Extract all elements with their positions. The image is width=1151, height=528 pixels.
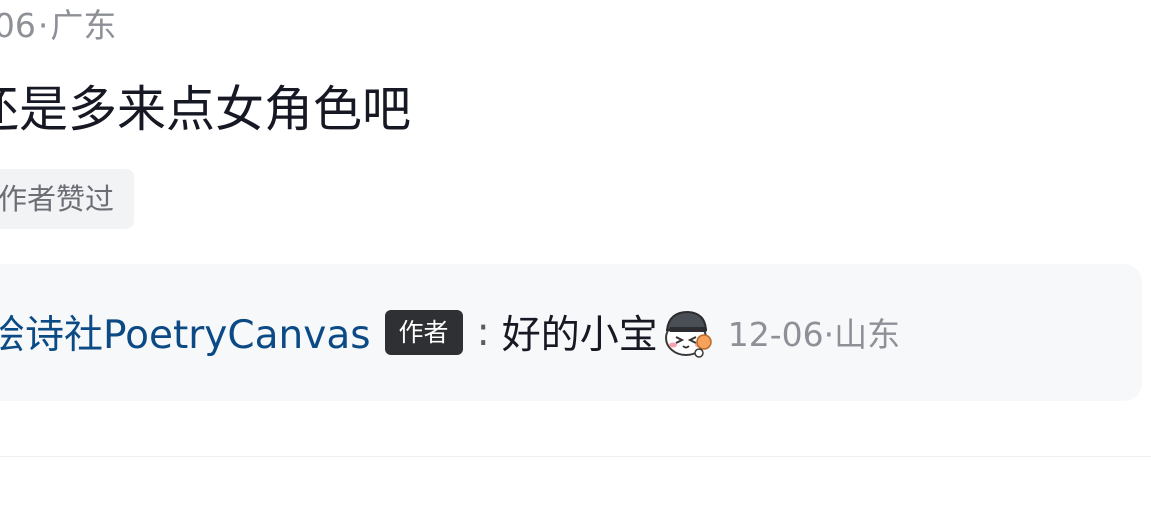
reply-location: 山东 xyxy=(834,315,901,354)
comment-location: 广东 xyxy=(50,6,117,45)
comment-meta: -06·广东 xyxy=(0,6,116,46)
reply-meta: 12-06·山东 xyxy=(728,308,900,356)
reply-meta-separator: · xyxy=(823,315,835,354)
author-badge: 作者 xyxy=(384,309,463,355)
author-liked-tag: 作者赞过 xyxy=(0,169,135,229)
reply-line: 绘诗社PoetryCanvas 作者 : 好的小宝 12-06·山东 xyxy=(0,304,900,360)
comment-text: 还是多来点女角色吧 xyxy=(0,81,412,138)
comment-item: -06·广东 还是多来点女角色吧 作者赞过 绘诗社PoetryCanvas 作者… xyxy=(0,0,1151,528)
comment-date: -06 xyxy=(0,6,36,45)
reply-date: 12-06 xyxy=(727,315,824,354)
soldier-helmet-sticker-icon xyxy=(660,304,716,360)
divider xyxy=(0,456,1151,457)
reply-colon: : xyxy=(476,309,490,355)
reply-text: 好的小宝 xyxy=(501,313,658,358)
reply-author-link[interactable]: 绘诗社PoetryCanvas xyxy=(0,304,371,360)
meta-separator: · xyxy=(37,6,49,45)
